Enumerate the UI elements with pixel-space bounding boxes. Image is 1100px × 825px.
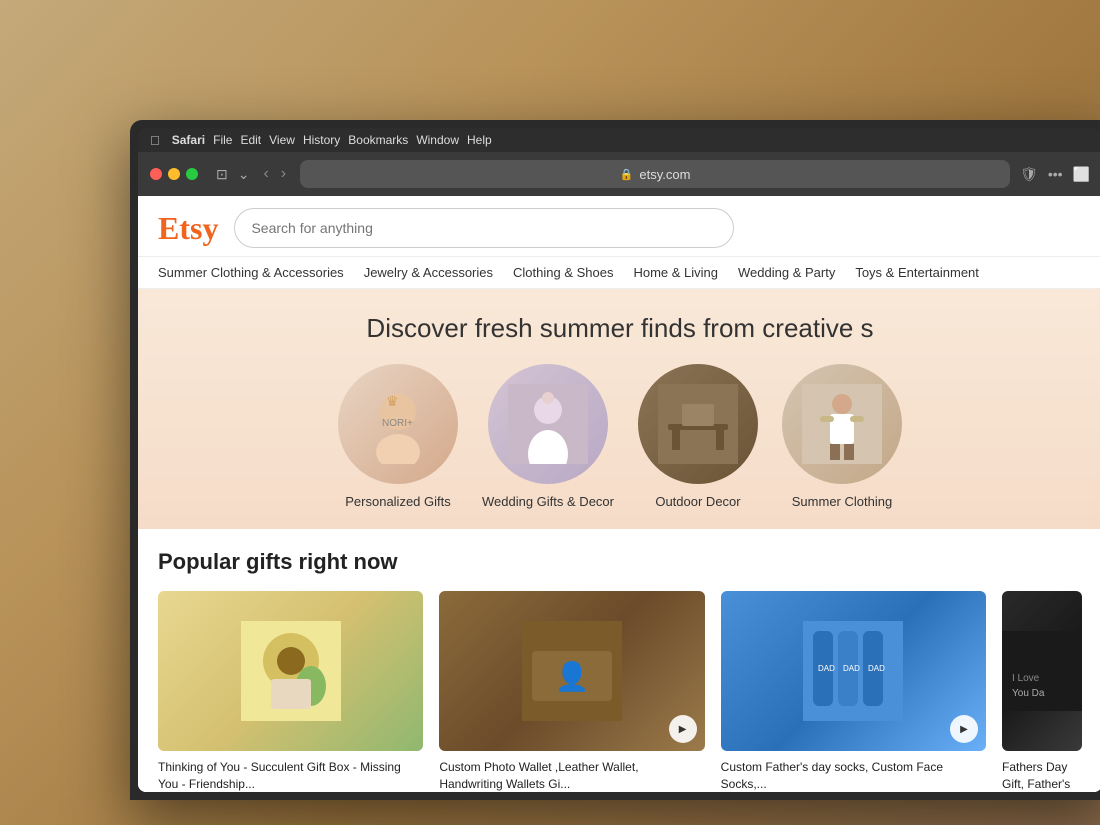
category-label-wedding: Wedding Gifts & Decor [482, 494, 614, 509]
chevron-down-icon[interactable]: ⌄ [238, 166, 250, 183]
forward-button[interactable]: › [277, 163, 290, 185]
nav-item-jewelry[interactable]: Jewelry & Accessories [364, 265, 493, 280]
sidebar-toggle-icon[interactable]: ⊡ [216, 166, 228, 183]
hero-title: Discover fresh summer finds from creativ… [158, 313, 1082, 344]
url-display: etsy.com [639, 167, 690, 182]
category-circle-summer [782, 364, 902, 484]
menu-view[interactable]: View [269, 133, 295, 147]
play-button-wallet[interactable]: ▶ [669, 715, 697, 743]
fathers-day-illustration: I Love You Da [1002, 631, 1082, 711]
product-card-socks[interactable]: DAD DAD DAD ▶ Custom Father's day socks,… [721, 591, 986, 792]
personalized-icon: ♛ NORI+ [358, 384, 438, 464]
laptop-frame:  Safari File Edit View History Bookmark… [130, 120, 1100, 800]
category-wedding[interactable]: Wedding Gifts & Decor [482, 364, 614, 509]
product-image-wallet: 👤 ▶ [439, 591, 704, 751]
share-icon[interactable]: ⬜ [1073, 166, 1090, 183]
socks-illustration: DAD DAD DAD [803, 621, 903, 721]
category-summer[interactable]: Summer Clothing [782, 364, 902, 509]
svg-text:👤: 👤 [555, 660, 590, 693]
category-circle-wedding [488, 364, 608, 484]
safari-toolbar: ⊡ ⌄ ‹ › 🔒 etsy.com 🛡 ••• ⬜ [138, 152, 1100, 196]
dots-icon[interactable]: ••• [1048, 166, 1063, 183]
products-grid: Thinking of You - Succulent Gift Box - M… [158, 591, 1082, 792]
svg-text:You Da: You Da [1012, 688, 1045, 699]
menu-file[interactable]: File [213, 133, 232, 147]
traffic-lights [150, 168, 198, 180]
maximize-button[interactable] [186, 168, 198, 180]
etsy-search-input[interactable] [234, 208, 734, 248]
svg-text:DAD: DAD [843, 664, 860, 673]
svg-text:DAD: DAD [818, 664, 835, 673]
nav-item-wedding[interactable]: Wedding & Party [738, 265, 835, 280]
lock-icon: 🔒 [620, 168, 634, 181]
category-outdoor[interactable]: Outdoor Decor [638, 364, 758, 509]
back-button[interactable]: ‹ [259, 163, 272, 185]
etsy-hero: Discover fresh summer finds from creativ… [138, 289, 1100, 529]
svg-text:♛: ♛ [386, 393, 399, 409]
popular-title: Popular gifts right now [158, 549, 1082, 575]
nav-item-toys[interactable]: Toys & Entertainment [855, 265, 979, 280]
category-circle-personalized: ♛ NORI+ [338, 364, 458, 484]
play-button-socks[interactable]: ▶ [950, 715, 978, 743]
product-image-succulent [158, 591, 423, 751]
wallet-illustration: 👤 [522, 621, 622, 721]
category-label-personalized: Personalized Gifts [345, 494, 451, 509]
menu-window[interactable]: Window [416, 133, 459, 147]
close-button[interactable] [150, 168, 162, 180]
nav-arrows: ‹ › [259, 163, 290, 185]
product-image-fathers-day: I Love You Da [1002, 591, 1082, 751]
menu-edit[interactable]: Edit [240, 133, 261, 147]
menu-safari[interactable]: Safari [172, 133, 205, 147]
category-label-summer: Summer Clothing [792, 494, 892, 509]
screen-bezel:  Safari File Edit View History Bookmark… [138, 128, 1100, 792]
nav-item-home[interactable]: Home & Living [633, 265, 718, 280]
etsy-logo[interactable]: Etsy [158, 210, 218, 247]
shield-icon[interactable]: 🛡 [1020, 166, 1038, 183]
outdoor-icon [658, 384, 738, 464]
minimize-button[interactable] [168, 168, 180, 180]
product-title-socks: Custom Father's day socks, Custom Face S… [721, 759, 986, 792]
apple-logo-icon:  [150, 133, 160, 148]
popular-section: Popular gifts right now [138, 529, 1100, 792]
product-card-succulent[interactable]: Thinking of You - Succulent Gift Box - M… [158, 591, 423, 792]
menu-help[interactable]: Help [467, 133, 492, 147]
product-title-wallet: Custom Photo Wallet ,Leather Wallet, Han… [439, 759, 704, 792]
product-title-succulent: Thinking of You - Succulent Gift Box - M… [158, 759, 423, 792]
svg-text:NORI+: NORI+ [382, 418, 413, 429]
svg-text:DAD: DAD [868, 664, 885, 673]
etsy-nav: Summer Clothing & Accessories Jewelry & … [138, 257, 1100, 289]
product-card-fathers-day[interactable]: I Love You Da Fathers Day Gift, Father's… [1002, 591, 1082, 792]
nav-item-summer-clothing[interactable]: Summer Clothing & Accessories [158, 265, 344, 280]
product-title-fathers-day: Fathers Day Gift, Father's Day Gi... [1002, 759, 1082, 792]
succulent-illustration [241, 621, 341, 721]
category-circle-outdoor [638, 364, 758, 484]
category-circles: ♛ NORI+ Personalized Gifts [158, 364, 1082, 529]
macos-menubar:  Safari File Edit View History Bookmark… [138, 128, 1100, 152]
summer-clothing-icon [802, 384, 882, 464]
toolbar-icons: 🛡 ••• ⬜ [1020, 166, 1090, 183]
product-image-socks: DAD DAD DAD ▶ [721, 591, 986, 751]
menu-history[interactable]: History [303, 133, 340, 147]
category-label-outdoor: Outdoor Decor [655, 494, 740, 509]
nav-item-clothing[interactable]: Clothing & Shoes [513, 265, 613, 280]
category-personalized-gifts[interactable]: ♛ NORI+ Personalized Gifts [338, 364, 458, 509]
menu-bookmarks[interactable]: Bookmarks [348, 133, 408, 147]
wedding-icon [508, 384, 588, 464]
etsy-page: Etsy Summer Clothing & Accessories Jewel… [138, 196, 1100, 792]
address-bar[interactable]: 🔒 etsy.com [300, 160, 1010, 188]
svg-text:I Love: I Love [1012, 673, 1040, 684]
etsy-header: Etsy [138, 196, 1100, 257]
product-card-wallet[interactable]: 👤 ▶ Custom Photo Wallet ,Leather Wallet,… [439, 591, 704, 792]
